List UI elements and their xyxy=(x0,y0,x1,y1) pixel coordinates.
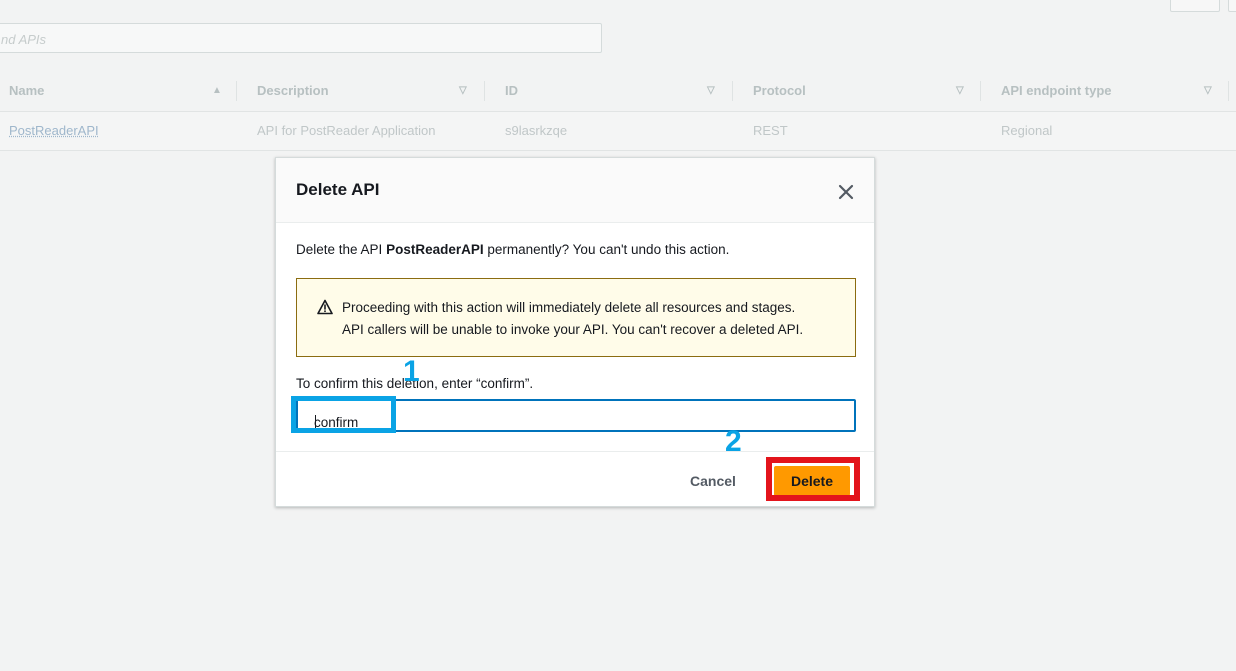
column-divider[interactable] xyxy=(484,81,485,101)
table-header: Name ▲ Description ▽ ID ▽ Protocol ▽ API… xyxy=(0,72,1236,112)
annotation-highlight-delete-button xyxy=(766,457,860,501)
table-row[interactable]: PostReaderAPI API for PostReader Applica… xyxy=(0,112,1236,151)
api-name-link[interactable]: PostReaderAPI xyxy=(9,112,99,150)
api-description: API for PostReader Application xyxy=(257,123,436,138)
cancel-button[interactable]: Cancel xyxy=(678,466,748,496)
column-divider[interactable] xyxy=(236,81,237,101)
column-header-id[interactable]: ID xyxy=(505,72,518,111)
api-protocol: REST xyxy=(753,123,788,138)
api-name: PostReaderAPI xyxy=(386,242,484,257)
settings-button[interactable] xyxy=(1228,0,1236,12)
api-id: s9lasrkzqe xyxy=(505,123,568,138)
close-icon[interactable] xyxy=(832,178,860,206)
warning-icon xyxy=(317,299,333,315)
warning-alert: Proceeding with this action will immedia… xyxy=(296,278,856,357)
close-button[interactable] xyxy=(832,178,860,206)
search-input[interactable]: nd APIs xyxy=(0,23,602,53)
delete-question: Delete the API PostReaderAPI permanently… xyxy=(296,242,730,257)
search-placeholder: nd APIs xyxy=(1,32,47,47)
modal-title: Delete API xyxy=(296,180,380,199)
refresh-button[interactable] xyxy=(1170,0,1220,12)
column-header-description[interactable]: Description xyxy=(257,72,329,111)
column-header-name[interactable]: Name xyxy=(9,72,44,111)
annotation-step-1: 1 xyxy=(403,355,420,388)
warning-text: Proceeding with this action will immedia… xyxy=(342,300,804,337)
annotation-step-2: 2 xyxy=(725,425,742,458)
column-divider[interactable] xyxy=(980,81,981,101)
column-divider[interactable] xyxy=(1228,81,1229,101)
column-divider[interactable] xyxy=(732,81,733,101)
delete-api-modal: Delete API Delete the API PostReaderAPI … xyxy=(275,157,875,507)
column-header-protocol[interactable]: Protocol xyxy=(753,72,806,111)
modal-header: Delete API xyxy=(276,158,874,223)
api-endpoint-type: Regional xyxy=(1001,123,1053,138)
annotation-highlight-confirm-input xyxy=(291,396,396,433)
column-header-endpoint-type[interactable]: API endpoint type xyxy=(1001,72,1112,111)
